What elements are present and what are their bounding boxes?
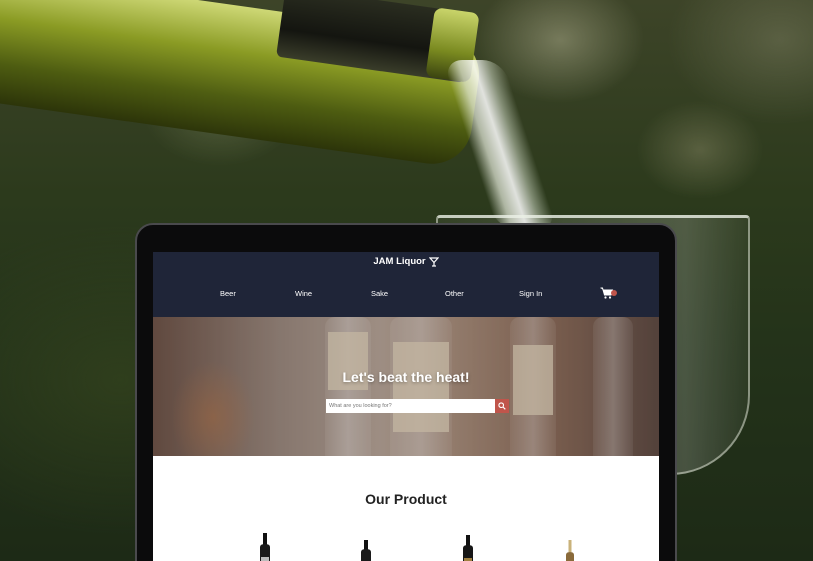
- nav-item-sign-in[interactable]: Sign In: [519, 289, 542, 298]
- cocktail-glass-icon: [428, 256, 439, 267]
- search-button[interactable]: [495, 399, 509, 413]
- laptop-screen: JAM Liquor Beer Wine Sake Other Sign In: [153, 252, 659, 561]
- main-nav: Beer Wine Sake Other Sign In: [153, 286, 659, 303]
- site-header: JAM Liquor Beer Wine Sake Other Sign In: [153, 252, 659, 317]
- logo-text: JAM Liquor: [373, 256, 426, 267]
- cart-button[interactable]: [600, 286, 618, 300]
- search-icon: [498, 402, 506, 410]
- nav-item-beer[interactable]: Beer: [220, 289, 236, 298]
- site-logo[interactable]: JAM Liquor: [153, 256, 659, 267]
- product-wine-bottle-image[interactable]: [459, 535, 477, 561]
- section-title: Our Product: [365, 491, 447, 507]
- search-bar: [326, 399, 509, 413]
- nav-item-other[interactable]: Other: [445, 289, 464, 298]
- nav-item-sake[interactable]: Sake: [371, 289, 388, 298]
- product-wine-bottle-image[interactable]: [561, 540, 579, 561]
- nav-item-wine[interactable]: Wine: [295, 289, 312, 298]
- hero-title: Let's beat the heat!: [342, 369, 470, 385]
- cart-badge: [611, 290, 617, 296]
- hero-banner: Let's beat the heat!: [153, 317, 659, 456]
- product-wine-bottle-image[interactable]: [256, 533, 274, 561]
- products-section: Our Product: [153, 456, 659, 561]
- search-input[interactable]: [326, 399, 495, 413]
- hero-overlay: [153, 317, 659, 456]
- product-wine-bottle-image[interactable]: [357, 540, 375, 561]
